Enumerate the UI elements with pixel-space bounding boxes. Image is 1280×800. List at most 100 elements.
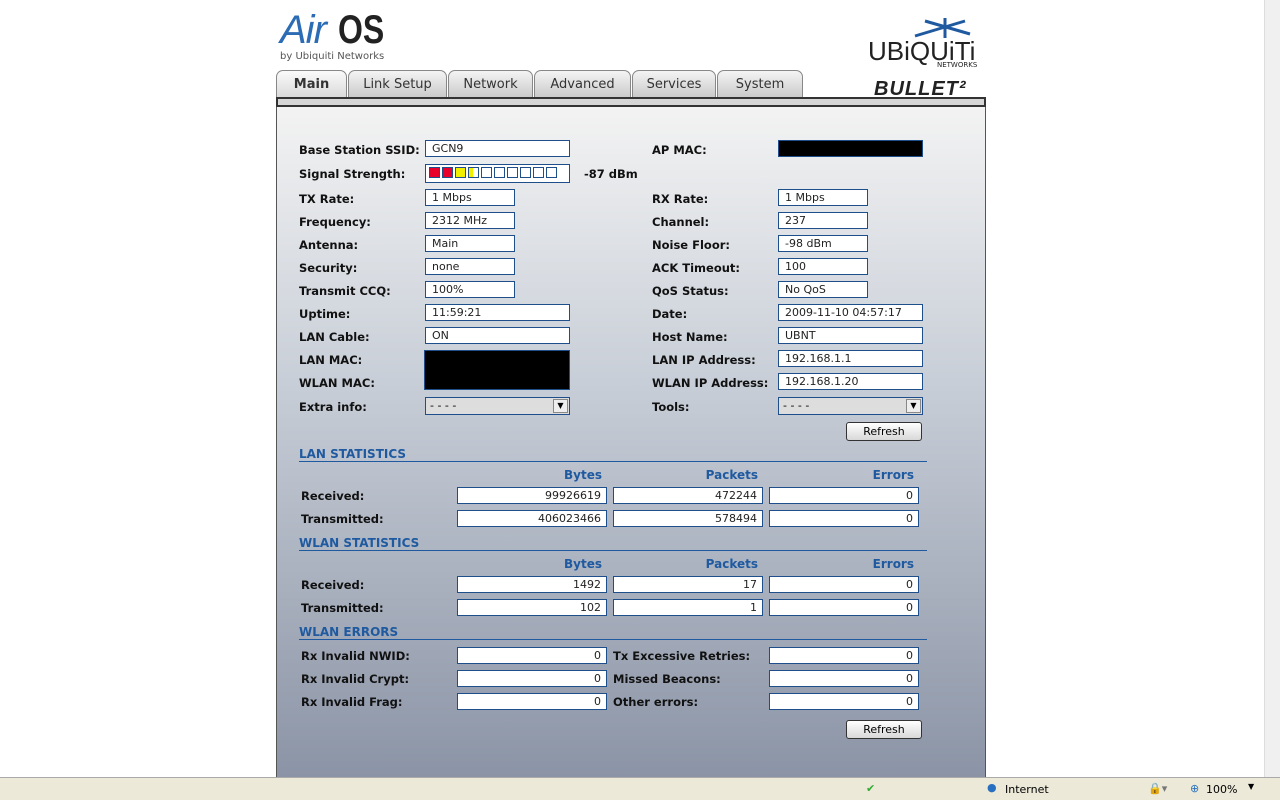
- tab-link-setup[interactable]: Link Setup: [348, 70, 447, 98]
- lan-wlan-mac-redacted: [424, 350, 570, 390]
- stat-value: 0: [769, 487, 919, 504]
- tab-network[interactable]: Network: [448, 70, 533, 98]
- info-field: 100: [778, 258, 868, 275]
- chevron-down-icon[interactable]: ▼: [553, 399, 568, 413]
- refresh-button[interactable]: Refresh: [846, 422, 922, 441]
- signal-segment: [520, 167, 531, 178]
- select-value: - - - -: [783, 399, 810, 412]
- info-field: ON: [425, 327, 570, 344]
- protected-mode-icon[interactable]: 🔒▾: [1148, 782, 1167, 795]
- section-title: WLAN STATISTICS: [299, 536, 927, 551]
- chevron-down-icon[interactable]: ▼: [906, 399, 921, 413]
- stat-value: 1492: [457, 576, 607, 593]
- info-field: 1 Mbps: [778, 189, 868, 206]
- compat-icon: ✔: [866, 782, 876, 795]
- info-label: AP MAC:: [652, 143, 707, 157]
- info-label: LAN MAC:: [299, 353, 363, 367]
- info-field: 1 Mbps: [425, 189, 515, 206]
- info-label: Noise Floor:: [652, 238, 730, 252]
- ap-mac-redacted: [778, 140, 923, 157]
- info-label: TX Rate:: [299, 192, 355, 206]
- column-header: Bytes: [564, 557, 602, 571]
- tab-system[interactable]: System: [717, 70, 803, 98]
- info-label: QoS Status:: [652, 284, 729, 298]
- error-label: Other errors:: [613, 695, 699, 709]
- stat-value: 17: [613, 576, 763, 593]
- error-value: 0: [769, 670, 919, 687]
- signal-segment: [546, 167, 557, 178]
- info-field: 2312 MHz: [425, 212, 515, 229]
- error-label: Missed Beacons:: [613, 672, 721, 686]
- globe-icon: ●: [987, 781, 997, 794]
- status-bar: ✔ ● Internet 🔒▾ ⊕ 100% ▼: [0, 777, 1280, 800]
- info-label: Date:: [652, 307, 688, 321]
- signal-segment: [442, 167, 453, 178]
- info-label: LAN IP Address:: [652, 353, 756, 367]
- signal-segment: [533, 167, 544, 178]
- info-label: Uptime:: [299, 307, 351, 321]
- ubiquiti-antenna-icon: [905, 16, 975, 38]
- zoom-dropdown-icon[interactable]: ▼: [1248, 782, 1254, 791]
- stat-value: 578494: [613, 510, 763, 527]
- main-tabs: Main Link Setup Network Advanced Service…: [276, 70, 804, 98]
- zoom-icon: ⊕: [1190, 782, 1200, 795]
- ubiquiti-networks-text: NETWORKS: [937, 61, 978, 69]
- stat-value: 406023466: [457, 510, 607, 527]
- section-title: LAN STATISTICS: [299, 447, 927, 462]
- zoom-level[interactable]: 100%: [1206, 783, 1237, 796]
- error-value: 0: [457, 693, 607, 710]
- stat-value: 472244: [613, 487, 763, 504]
- info-field: 100%: [425, 281, 515, 298]
- row-label: Received:: [301, 578, 365, 592]
- tools-select[interactable]: - - - - ▼: [778, 397, 923, 415]
- tab-services[interactable]: Services: [632, 70, 716, 98]
- info-field: none: [425, 258, 515, 275]
- info-field: 2009-11-10 04:57:17: [778, 304, 923, 321]
- signal-segment: [455, 167, 466, 178]
- signal-strength-bar: [425, 164, 570, 183]
- info-field: -98 dBm: [778, 235, 868, 252]
- signal-segment: [507, 167, 518, 178]
- info-field: UBNT: [778, 327, 923, 344]
- error-label: Tx Excessive Retries:: [613, 649, 751, 663]
- stat-value: 0: [769, 576, 919, 593]
- signal-segment: [481, 167, 492, 178]
- info-label: WLAN MAC:: [299, 376, 375, 390]
- tab-main[interactable]: Main: [276, 70, 347, 98]
- tab-advanced[interactable]: Advanced: [534, 70, 631, 98]
- select-value: - - - -: [430, 399, 457, 412]
- airos-logo: Air: [280, 8, 327, 52]
- signal-segment: [429, 167, 440, 178]
- info-label: Security:: [299, 261, 358, 275]
- info-field: GCN9: [425, 140, 570, 157]
- info-field: 11:59:21: [425, 304, 570, 321]
- column-header: Packets: [705, 557, 758, 571]
- signal-segment: [494, 167, 505, 178]
- info-label: Antenna:: [299, 238, 359, 252]
- info-label: Signal Strength:: [299, 167, 406, 181]
- row-label: Received:: [301, 489, 365, 503]
- vertical-scrollbar[interactable]: [1264, 0, 1280, 777]
- stat-value: 1: [613, 599, 763, 616]
- column-header: Packets: [705, 468, 758, 482]
- column-header: Errors: [872, 557, 914, 571]
- info-label: Transmit CCQ:: [299, 284, 391, 298]
- error-value: 0: [457, 647, 607, 664]
- stat-value: 99926619: [457, 487, 607, 504]
- error-value: 0: [769, 693, 919, 710]
- zone-label: Internet: [1005, 783, 1049, 796]
- error-value: 0: [457, 670, 607, 687]
- info-field: 192.168.1.1: [778, 350, 923, 367]
- info-label: LAN Cable:: [299, 330, 370, 344]
- extra-info-select[interactable]: - - - - ▼: [425, 397, 570, 415]
- section-title: WLAN ERRORS: [299, 625, 927, 640]
- error-value: 0: [769, 647, 919, 664]
- info-label: ACK Timeout:: [652, 261, 741, 275]
- info-label: Base Station SSID:: [299, 143, 420, 157]
- info-field: 237: [778, 212, 868, 229]
- airos-byline: by Ubiquiti Networks: [280, 51, 385, 62]
- signal-dbm: -87 dBm: [584, 167, 638, 181]
- refresh-errors-button[interactable]: Refresh: [846, 720, 922, 739]
- error-label: Rx Invalid NWID:: [301, 649, 410, 663]
- tab-bar-border: [276, 97, 986, 107]
